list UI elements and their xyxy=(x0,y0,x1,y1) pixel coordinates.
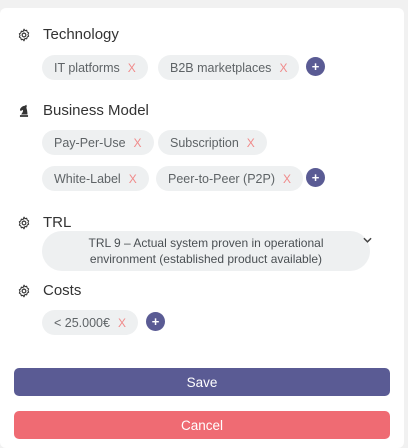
chip-it-platforms: IT platforms X xyxy=(42,55,148,80)
technology-title: Technology xyxy=(43,26,119,43)
gear-icon xyxy=(16,27,32,43)
chip-label: Subscription xyxy=(170,135,239,150)
chip-pay-per-use: Pay-Per-Use X xyxy=(42,130,154,155)
chip-label: IT platforms xyxy=(54,60,120,75)
chip-label: Peer-to-Peer (P2P) xyxy=(168,171,275,186)
chip-peer-to-peer: Peer-to-Peer (P2P) X xyxy=(156,166,303,191)
chess-knight-icon xyxy=(16,103,32,119)
cancel-button[interactable]: Cancel xyxy=(14,411,390,439)
remove-chip-button[interactable]: X xyxy=(128,61,136,75)
add-cost-button[interactable]: + xyxy=(146,312,165,331)
chip-subscription: Subscription X xyxy=(158,130,267,155)
save-button[interactable]: Save xyxy=(14,368,390,396)
gear-icon xyxy=(16,283,32,299)
chip-label: < 25.000€ xyxy=(54,315,110,330)
costs-title: Costs xyxy=(43,282,82,299)
chevron-down-icon[interactable] xyxy=(363,234,372,246)
chip-b2b-marketplaces: B2B marketplaces X xyxy=(158,55,300,80)
trl-section-header: TRL xyxy=(16,214,71,231)
remove-chip-button[interactable]: X xyxy=(129,172,137,186)
remove-chip-button[interactable]: X xyxy=(279,61,287,75)
chip-cost-range: < 25.000€ X xyxy=(42,310,138,335)
technology-section-header: Technology xyxy=(16,26,119,43)
chip-white-label: White-Label X xyxy=(42,166,149,191)
remove-chip-button[interactable]: X xyxy=(118,316,126,330)
remove-chip-button[interactable]: X xyxy=(247,136,255,150)
trl-title: TRL xyxy=(43,214,72,231)
gear-icon xyxy=(16,215,32,231)
remove-chip-button[interactable]: X xyxy=(283,172,291,186)
add-technology-button[interactable]: + xyxy=(306,57,325,76)
filter-card: Technology IT platforms X B2B marketplac… xyxy=(0,8,404,448)
remove-chip-button[interactable]: X xyxy=(134,136,142,150)
add-business-model-button[interactable]: + xyxy=(306,168,325,187)
business-model-section-header: Business Model xyxy=(16,102,149,119)
business-model-title: Business Model xyxy=(43,102,149,119)
trl-select[interactable]: TRL 9 – Actual system proven in operatio… xyxy=(42,231,370,271)
chip-label: Pay-Per-Use xyxy=(54,135,126,150)
chip-label: B2B marketplaces xyxy=(170,60,272,75)
costs-section-header: Costs xyxy=(16,282,81,299)
chip-label: White-Label xyxy=(54,171,121,186)
trl-selected-value: TRL 9 – Actual system proven in operatio… xyxy=(88,236,324,266)
